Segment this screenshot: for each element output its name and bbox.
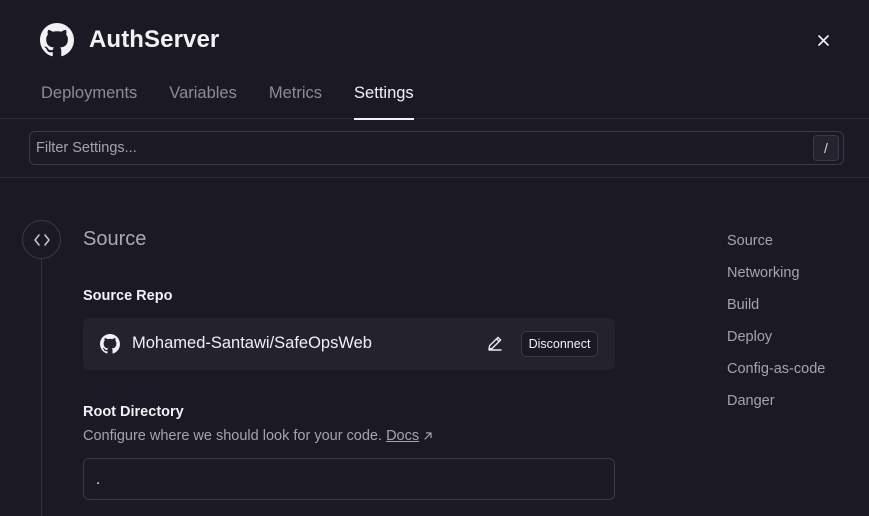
section-icon [22, 220, 61, 259]
shortcut-key-hint: / [813, 135, 839, 161]
code-icon [33, 233, 50, 246]
toc-item-danger[interactable]: Danger [727, 392, 825, 424]
docs-link[interactable]: Docs [386, 428, 419, 444]
github-icon [100, 334, 120, 354]
section-title: Source [83, 228, 147, 250]
close-button[interactable] [812, 29, 834, 51]
toc-item-source[interactable]: Source [727, 232, 825, 264]
app-title: AuthServer [89, 26, 220, 53]
panel-header: AuthServer Deployments Variables Metrics… [0, 0, 869, 120]
toc-item-networking[interactable]: Networking [727, 264, 825, 296]
source-repo-label: Source Repo [83, 288, 173, 304]
github-icon [40, 23, 74, 57]
tab-bar: Deployments Variables Metrics Settings [41, 84, 446, 120]
repo-name: Mohamed-Santawi/SafeOpsWeb [132, 334, 372, 352]
root-directory-help-text: Configure where we should look for your … [83, 428, 383, 444]
service-settings-panel: AuthServer Deployments Variables Metrics… [0, 0, 869, 516]
tab-variables[interactable]: Variables [169, 84, 237, 119]
settings-section-nav: Source Networking Build Deploy Config-as… [727, 232, 825, 424]
filter-settings-box: / [29, 131, 844, 165]
root-directory-help: Configure where we should look for your … [83, 428, 433, 444]
timeline-line [41, 259, 42, 516]
toc-item-build[interactable]: Build [727, 296, 825, 328]
filter-settings-input[interactable] [36, 132, 806, 164]
disconnect-button[interactable]: Disconnect [521, 331, 598, 357]
tab-metrics[interactable]: Metrics [269, 84, 322, 119]
root-directory-label: Root Directory [83, 404, 184, 420]
tab-settings[interactable]: Settings [354, 84, 414, 120]
close-icon [817, 34, 829, 46]
root-directory-input[interactable] [83, 458, 615, 500]
external-link-icon [424, 432, 432, 440]
tab-deployments[interactable]: Deployments [41, 84, 137, 119]
edit-repo-button[interactable] [486, 334, 506, 354]
toc-item-deploy[interactable]: Deploy [727, 328, 825, 360]
toc-item-config-as-code[interactable]: Config-as-code [727, 360, 825, 392]
pencil-icon [488, 336, 502, 351]
filter-bar: / [0, 119, 869, 178]
source-repo-card: Mohamed-Santawi/SafeOpsWeb Disconnect [83, 318, 615, 370]
